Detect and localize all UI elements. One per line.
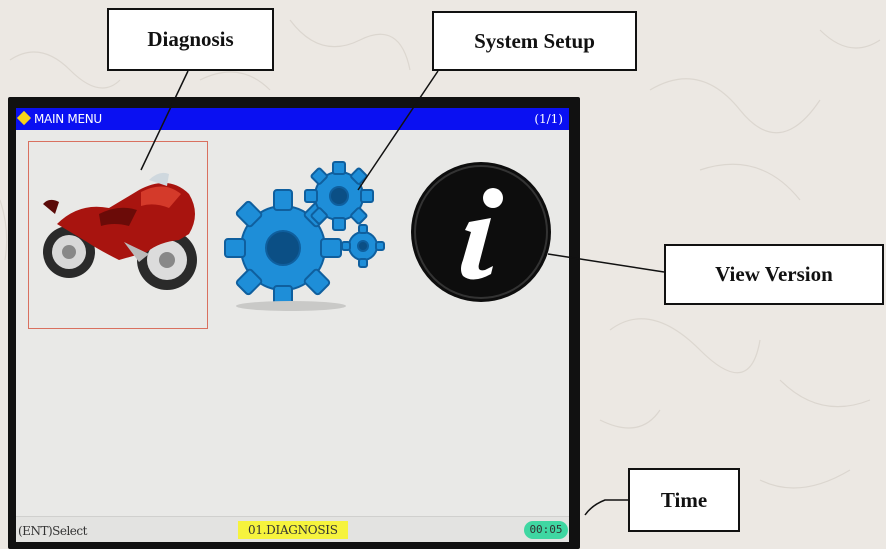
menu-item-diagnosis[interactable] — [28, 141, 208, 329]
callout-diagnosis: Diagnosis — [107, 8, 274, 71]
menu-item-view-version[interactable] — [409, 160, 554, 305]
select-hint: (ENT)Select — [18, 524, 87, 538]
status-bar: (ENT)Select 01.DIAGNOSIS 00:05 — [16, 516, 569, 542]
info-icon — [411, 162, 551, 302]
callout-time: Time — [628, 468, 740, 532]
page-indicator: (1/1) — [534, 112, 563, 126]
diamond-icon — [16, 110, 32, 126]
device-screen: MAIN MENU (1/1) (ENT)Select 01.DIAGNOSIS… — [16, 108, 569, 542]
current-selection: 01.DIAGNOSIS — [238, 521, 348, 539]
gears-icon — [224, 161, 385, 311]
screen-title: MAIN MENU — [34, 112, 102, 126]
menu-item-system-setup[interactable] — [221, 156, 391, 316]
motorcycle-icon — [43, 172, 197, 290]
callout-system-setup: System Setup — [432, 11, 637, 71]
callout-view-version: View Version — [664, 244, 884, 305]
title-bar: MAIN MENU (1/1) — [16, 108, 569, 130]
time-display: 00:05 — [524, 521, 568, 539]
